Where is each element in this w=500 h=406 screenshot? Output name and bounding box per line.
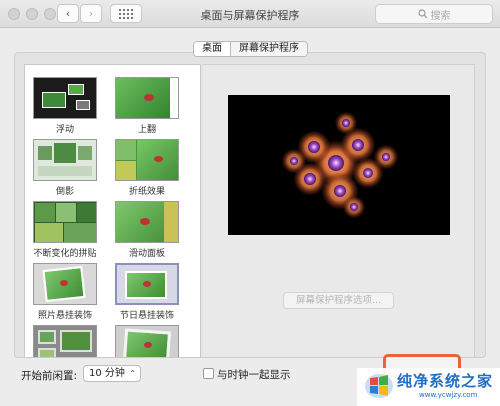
screensaver-thumb-flip[interactable] <box>115 77 179 119</box>
screensaver-thumb-floating[interactable] <box>33 77 97 119</box>
watermark-title: 纯净系统之家 <box>397 372 494 390</box>
screensaver-thumb-photo-wall[interactable] <box>33 325 97 357</box>
screensaver-thumb-sliding-panels[interactable] <box>115 201 179 243</box>
screensaver-thumb-holiday-mobile[interactable] <box>115 263 179 305</box>
show-clock-label: 与时钟一起显示 <box>217 369 291 381</box>
idle-time-value: 10 分钟 <box>89 368 125 379</box>
screensaver-label: 滑动面板 <box>128 249 165 259</box>
screensaver-options-button[interactable]: 屏幕保护程序选项... <box>283 292 394 309</box>
preferences-window: ‹ › 桌面与屏幕保护程序 搜索 桌面 屏幕保护程序 浮动 上翻 倒影 折纸效果… <box>0 0 500 406</box>
screensaver-list[interactable]: 浮动 上翻 倒影 折纸效果 不断变化的拼贴 滑动面板 照片悬挂装饰 节日悬挂装饰 <box>24 64 201 358</box>
screensaver-thumb-vintage-prints[interactable] <box>115 325 179 357</box>
windows-logo-icon <box>365 374 393 398</box>
flower-fractal-image <box>282 112 398 218</box>
screensaver-thumb-photo-mobile[interactable] <box>33 263 97 305</box>
stepper-arrows-icon: ⌃ <box>129 369 136 378</box>
screensaver-label: 倒影 <box>55 187 74 197</box>
show-clock-checkbox[interactable] <box>203 368 214 379</box>
screensaver-thumb-origami[interactable] <box>115 139 179 181</box>
screensaver-label: 上翻 <box>137 125 156 135</box>
screensaver-thumb-reflections[interactable] <box>33 139 97 181</box>
tab-bar: 桌面 屏幕保护程序 <box>193 41 308 57</box>
watermark-url: www.ycwjzy.com <box>419 391 478 399</box>
idle-time-select[interactable]: 10 分钟 ⌃ <box>83 365 141 382</box>
tab-desktop[interactable]: 桌面 <box>194 42 230 56</box>
tab-screensaver[interactable]: 屏幕保护程序 <box>230 42 307 56</box>
title-bar: ‹ › 桌面与屏幕保护程序 搜索 <box>0 0 500 28</box>
search-field[interactable]: 搜索 <box>375 4 493 24</box>
screensaver-label: 折纸效果 <box>128 187 165 197</box>
screensaver-label: 不断变化的拼贴 <box>33 249 97 259</box>
screensaver-thumb-shifting-tiles[interactable] <box>33 201 97 243</box>
screensaver-label: 节日悬挂装饰 <box>119 311 174 321</box>
idle-label: 开始前闲置: <box>21 370 78 382</box>
search-placeholder: 搜索 <box>430 10 451 22</box>
screensaver-preview <box>228 95 450 235</box>
screensaver-label: 浮动 <box>55 125 74 135</box>
search-icon <box>417 9 427 19</box>
screensaver-label: 照片悬挂装饰 <box>37 311 92 321</box>
